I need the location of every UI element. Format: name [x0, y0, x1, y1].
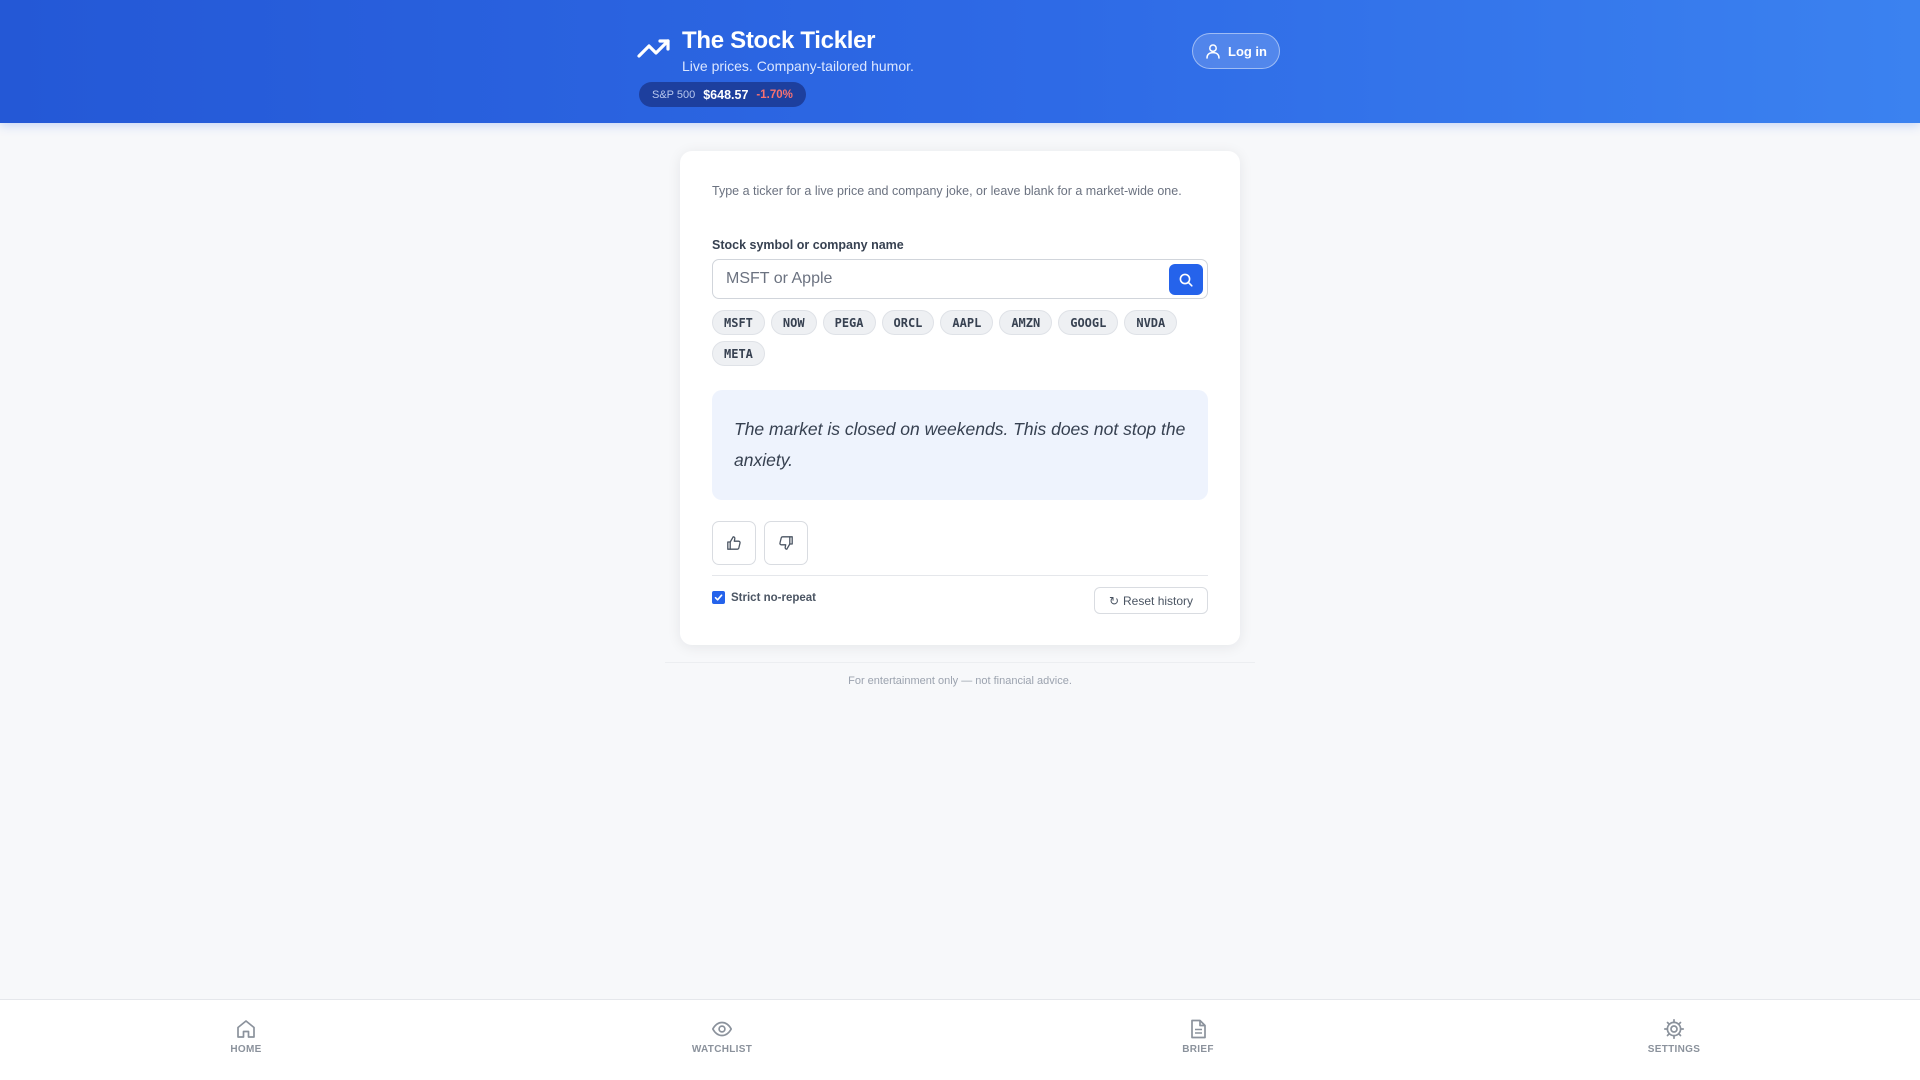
ticker-chip[interactable]: AMZN: [999, 310, 1053, 335]
nav-brief-label: BRIEF: [1182, 1044, 1214, 1055]
ticker-chip[interactable]: PEGA: [822, 310, 876, 335]
trending-up-icon: [637, 39, 670, 58]
ticker-chip[interactable]: AAPL: [940, 310, 994, 335]
ticker-chip[interactable]: ORCL: [881, 310, 935, 335]
index-name: S&P 500: [652, 88, 696, 101]
search-label: Stock symbol or company name: [712, 238, 904, 252]
ticker-chip[interactable]: MSFT: [712, 310, 765, 335]
ticker-chip[interactable]: GOOGL: [1058, 310, 1119, 335]
gear-icon: [1663, 1018, 1685, 1040]
ticker-chip[interactable]: NOW: [770, 310, 817, 335]
search-input[interactable]: [714, 261, 1154, 297]
home-icon: [237, 1020, 255, 1038]
nav-home[interactable]: HOME: [186, 1018, 306, 1055]
thumbs-up-icon: [727, 536, 741, 550]
app-subtitle: Live prices. Company-tailored humor.: [682, 58, 914, 74]
nav-settings[interactable]: SETTINGS: [1614, 1018, 1734, 1055]
footer-divider: [665, 662, 1255, 663]
joke-box: The market is closed on weekends. This d…: [712, 390, 1208, 500]
ticker-chip[interactable]: NVDA: [1124, 310, 1178, 335]
card-divider: [712, 575, 1208, 576]
bottom-nav: HOME WATCHLIST BRIEF SETTINGS: [0, 999, 1920, 1080]
search-icon: [1179, 273, 1193, 287]
login-label: Log in: [1228, 43, 1267, 59]
nav-brief[interactable]: BRIEF: [1138, 1018, 1258, 1055]
search-field: [712, 259, 1208, 299]
checkbox-checked[interactable]: [712, 591, 725, 604]
app-title: The Stock Tickler: [682, 27, 876, 54]
joke-text: The market is closed on weekends. This d…: [734, 419, 1186, 470]
strict-no-repeat-label: Strict no-repeat: [731, 591, 816, 604]
eye-icon: [711, 1021, 733, 1037]
nav-home-label: HOME: [230, 1044, 262, 1055]
login-button[interactable]: Log in: [1192, 33, 1280, 69]
nav-watchlist[interactable]: WATCHLIST: [662, 1018, 782, 1055]
check-icon: [714, 594, 723, 601]
index-price: $648.57: [703, 87, 749, 102]
refresh-icon: ↻: [1108, 593, 1120, 608]
thumbs-up-button[interactable]: [712, 521, 756, 565]
thumbs-down-button[interactable]: [764, 521, 808, 565]
app-header: The Stock Tickler Live prices. Company-t…: [0, 0, 1920, 123]
reset-history-button[interactable]: ↻ Reset history: [1094, 587, 1208, 614]
strict-no-repeat-toggle[interactable]: Strict no-repeat: [712, 591, 816, 604]
nav-watchlist-label: WATCHLIST: [691, 1044, 753, 1055]
index-change: -1.70%: [756, 88, 793, 101]
nav-settings-label: SETTINGS: [1647, 1044, 1701, 1055]
search-button[interactable]: [1169, 264, 1203, 295]
intro-text: Type a ticker for a live price and compa…: [712, 184, 1182, 198]
reset-history-label: Reset history: [1123, 593, 1194, 608]
index-ticker-pill: S&P 500 $648.57 -1.70%: [639, 82, 806, 107]
disclaimer-text: For entertainment only — not financial a…: [848, 675, 1072, 687]
ticker-chip[interactable]: META: [712, 341, 765, 366]
user-icon: [1206, 44, 1220, 59]
joke-card: Type a ticker for a live price and compa…: [680, 151, 1240, 645]
ticker-chips: MSFT NOW PEGA ORCL AAPL AMZN GOOGL NVDA …: [712, 310, 1212, 366]
document-icon: [1191, 1019, 1206, 1039]
thumbs-down-icon: [779, 536, 793, 550]
